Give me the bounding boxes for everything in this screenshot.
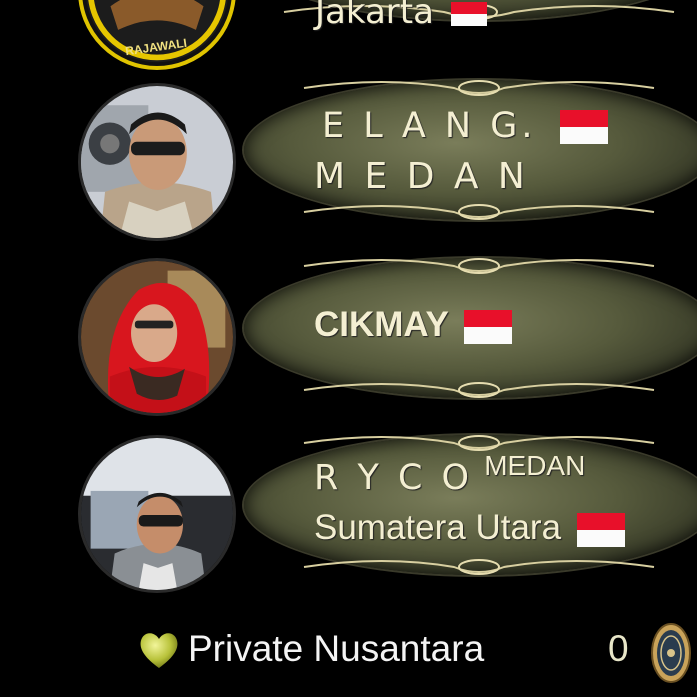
avatar-photo-man-in-car-icon xyxy=(81,438,233,590)
indonesia-flag-icon xyxy=(463,309,512,344)
ornament-divider-icon xyxy=(303,204,655,220)
user-row-cikmay[interactable]: CIKMAY xyxy=(0,255,697,420)
user-name-line1-text: R Y C O xyxy=(314,458,474,498)
medal-badge-icon[interactable] xyxy=(650,622,692,684)
user-row-top[interactable]: Jakarta RAJAWALI xyxy=(0,0,697,70)
user-avatar[interactable] xyxy=(78,0,236,70)
indonesia-flag-icon xyxy=(450,1,487,26)
ornament-divider-icon xyxy=(303,382,655,398)
avatar-photo-man-sunglasses-icon xyxy=(81,86,233,238)
user-name-banner xyxy=(244,80,697,220)
user-name-line2-text: Sumatera Utara xyxy=(314,508,562,547)
indonesia-flag-icon xyxy=(576,512,625,547)
avatar-photo-woman-red-hijab-icon xyxy=(81,261,233,413)
viewer-count: 0 xyxy=(608,628,629,669)
ornament-divider-icon xyxy=(303,80,655,96)
indonesia-flag-icon xyxy=(559,110,608,144)
user-name-line1: R Y C O MEDAN xyxy=(314,450,585,498)
user-name-banner xyxy=(244,435,697,575)
avatar-rajawali-icon xyxy=(86,0,228,63)
user-name-line1-text: E L A N G. xyxy=(322,106,537,146)
user-avatar[interactable] xyxy=(78,83,236,241)
user-name-superscript: MEDAN xyxy=(484,450,586,481)
room-name[interactable]: Private Nusantara xyxy=(188,628,484,670)
user-name-line2: Sumatera Utara xyxy=(314,508,625,548)
user-name-line1: E L A N G. xyxy=(322,106,608,146)
ornament-divider-icon xyxy=(303,559,655,575)
user-name-line1: CIKMAY xyxy=(314,305,512,345)
green-heart-icon xyxy=(140,633,178,668)
ornament-divider-icon xyxy=(303,435,655,451)
user-avatar[interactable] xyxy=(78,435,236,593)
user-name-line1: Jakarta xyxy=(315,0,434,32)
user-name-line2: M E D A N xyxy=(314,156,529,197)
user-row-elang-medan[interactable]: E L A N G. M E D A N xyxy=(0,80,697,245)
user-name-line1-text: CIKMAY xyxy=(314,305,449,344)
user-name-text: Jakarta xyxy=(315,0,487,32)
ornament-divider-icon xyxy=(303,258,655,274)
user-row-ryco[interactable]: R Y C O MEDAN Sumatera Utara xyxy=(0,432,697,597)
user-avatar[interactable] xyxy=(78,258,236,416)
